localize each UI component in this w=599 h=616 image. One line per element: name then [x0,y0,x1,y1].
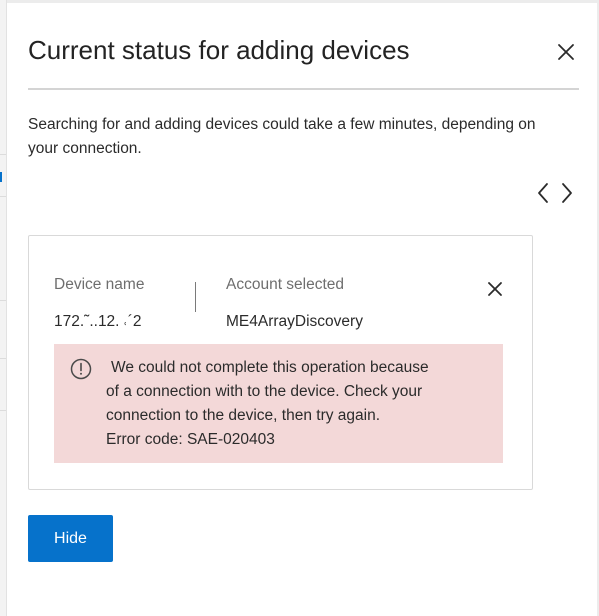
close-icon [488,282,502,296]
edge-divider [0,196,6,197]
close-dialog-button[interactable] [553,39,579,65]
dialog-description: Searching for and adding devices could t… [28,116,536,157]
error-message-line: We could not complete this operation bec… [111,359,429,376]
card-pager [533,180,579,206]
info-circle-icon [70,358,92,380]
title-divider [28,88,579,90]
edge-divider [0,358,6,359]
error-message-line: connection to the device, then try again… [106,407,381,424]
top-edge [0,0,599,3]
device-status-card: Device name 172.˜..12. ˓´2 Account selec… [28,235,533,490]
previous-card-button[interactable] [533,180,553,206]
edge-highlight [0,172,2,182]
error-message: We could not complete this operation bec… [106,356,486,452]
error-message-line: of a connection with to the device. Chec… [106,383,423,400]
dismiss-device-button[interactable] [484,278,506,300]
dialog-title: Current status for adding devices [28,35,410,65]
account-selected-value: ME4ArrayDiscovery [226,313,363,330]
account-selected-label: Account selected [226,276,345,293]
edge-divider [0,154,6,155]
add-devices-status-dialog: Current status for adding devices Search… [0,0,599,616]
close-icon [558,44,574,60]
device-name-value: 172.˜..12. ˓´2 [54,313,142,330]
field-separator [195,282,196,312]
chevron-right-icon [562,183,572,203]
chevron-left-icon [538,183,548,203]
background-panel-edge [0,0,7,616]
error-code: Error code: SAE-020403 [106,431,275,448]
hide-button[interactable]: Hide [28,515,113,562]
error-alert: We could not complete this operation bec… [54,344,503,463]
device-name-label: Device name [54,276,145,293]
edge-divider [0,410,6,411]
next-card-button[interactable] [557,180,577,206]
edge-divider [0,300,6,301]
